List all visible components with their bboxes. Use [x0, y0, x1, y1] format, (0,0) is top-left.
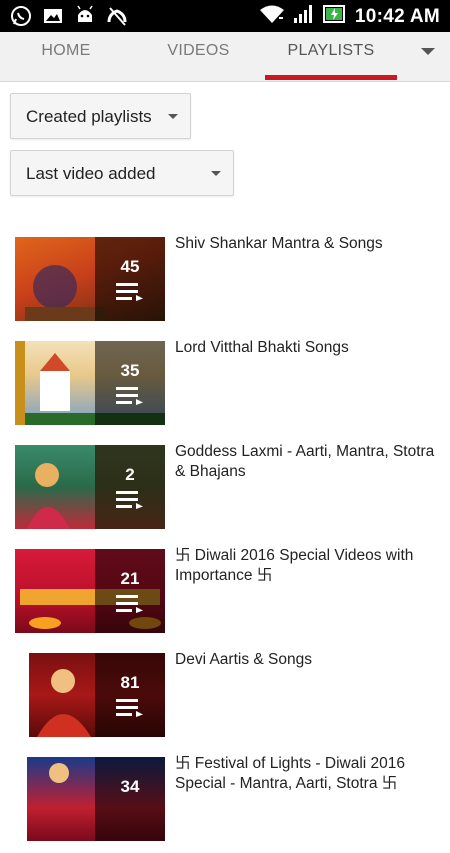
playlist-title[interactable]: Goddess Laxmi - Aarti, Mantra, Stotra & …: [175, 442, 437, 482]
notification-icons: [10, 5, 128, 27]
sort-order-value: Last video added: [26, 164, 156, 183]
android-icon: [74, 5, 96, 27]
playlist-thumbnail[interactable]: 34: [15, 757, 165, 841]
playlist-title[interactable]: Devi Aartis & Songs: [175, 650, 437, 670]
playlist-thumbnail[interactable]: 45: [15, 237, 165, 321]
thumbnail-overlay: [95, 549, 165, 633]
thumbnail-overlay: [95, 445, 165, 529]
gallery-icon: [42, 5, 64, 27]
caret-down-icon: [211, 171, 221, 176]
clock: 10:42 AM: [354, 5, 440, 27]
playlist-item[interactable]: 81 Devi Aartis & Songs: [0, 650, 450, 749]
video-count: 21: [120, 569, 140, 588]
missed-call-icon: [106, 5, 128, 27]
sort-order-dropdown[interactable]: Last video added: [10, 150, 234, 196]
playlist-item[interactable]: 35 Lord Vitthal Bhakti Songs: [0, 338, 450, 437]
thumbnail-overlay: [95, 237, 165, 321]
playlist-thumbnail[interactable]: 81: [15, 653, 165, 737]
thumbnail-overlay: [95, 341, 165, 425]
playlist-title[interactable]: Shiv Shankar Mantra & Songs: [175, 234, 437, 254]
video-count: 35: [120, 361, 140, 380]
playlist-item[interactable]: 21 卐 Diwali 2016 Special Videos with Imp…: [0, 546, 450, 645]
whatsapp-icon: [10, 5, 32, 27]
playlist-item[interactable]: 45 Shiv Shankar Mantra & Songs: [0, 234, 450, 333]
tab-videos[interactable]: VIDEOS: [132, 32, 265, 82]
thumbnail-overlay: [95, 653, 165, 737]
playlist-thumbnail[interactable]: 2: [15, 445, 165, 529]
playlist-type-value: Created playlists: [26, 107, 152, 126]
video-count: 81: [120, 673, 140, 692]
playlist-item[interactable]: 2 Goddess Laxmi - Aarti, Mantra, Stotra …: [0, 442, 450, 541]
signal-icon: [293, 4, 315, 29]
playlist-icon: [116, 283, 144, 301]
playlist-title[interactable]: 卐 Festival of Lights - Diwali 2016 Speci…: [175, 754, 437, 794]
tab-bar: HOME VIDEOS PLAYLISTS: [0, 32, 450, 82]
tab-home[interactable]: HOME: [0, 32, 132, 82]
playlist-type-dropdown[interactable]: Created playlists: [10, 93, 191, 139]
status-bar: 10:42 AM: [0, 0, 450, 32]
tab-overflow-dropdown-icon[interactable]: [418, 42, 438, 62]
caret-down-icon: [168, 114, 178, 119]
battery-charging-icon: [322, 4, 347, 29]
video-count: 34: [120, 777, 140, 796]
playlist-thumbnail[interactable]: 35: [15, 341, 165, 425]
playlist-thumbnail[interactable]: 21: [15, 549, 165, 633]
playlist-title[interactable]: 卐 Diwali 2016 Special Videos with Import…: [175, 546, 437, 586]
playlist-title[interactable]: Lord Vitthal Bhakti Songs: [175, 338, 437, 358]
wifi-icon: [259, 4, 285, 29]
playlist-icon: [116, 699, 144, 717]
playlist-icon: [116, 595, 144, 613]
video-count: 2: [125, 465, 135, 484]
playlist-item[interactable]: 34 卐 Festival of Lights - Diwali 2016 Sp…: [0, 754, 450, 853]
playlist-icon: [116, 491, 144, 509]
playlist-icon: [116, 387, 144, 405]
video-count: 45: [120, 257, 140, 276]
active-tab-indicator: [265, 75, 397, 80]
thumbnail-overlay: [95, 757, 165, 841]
